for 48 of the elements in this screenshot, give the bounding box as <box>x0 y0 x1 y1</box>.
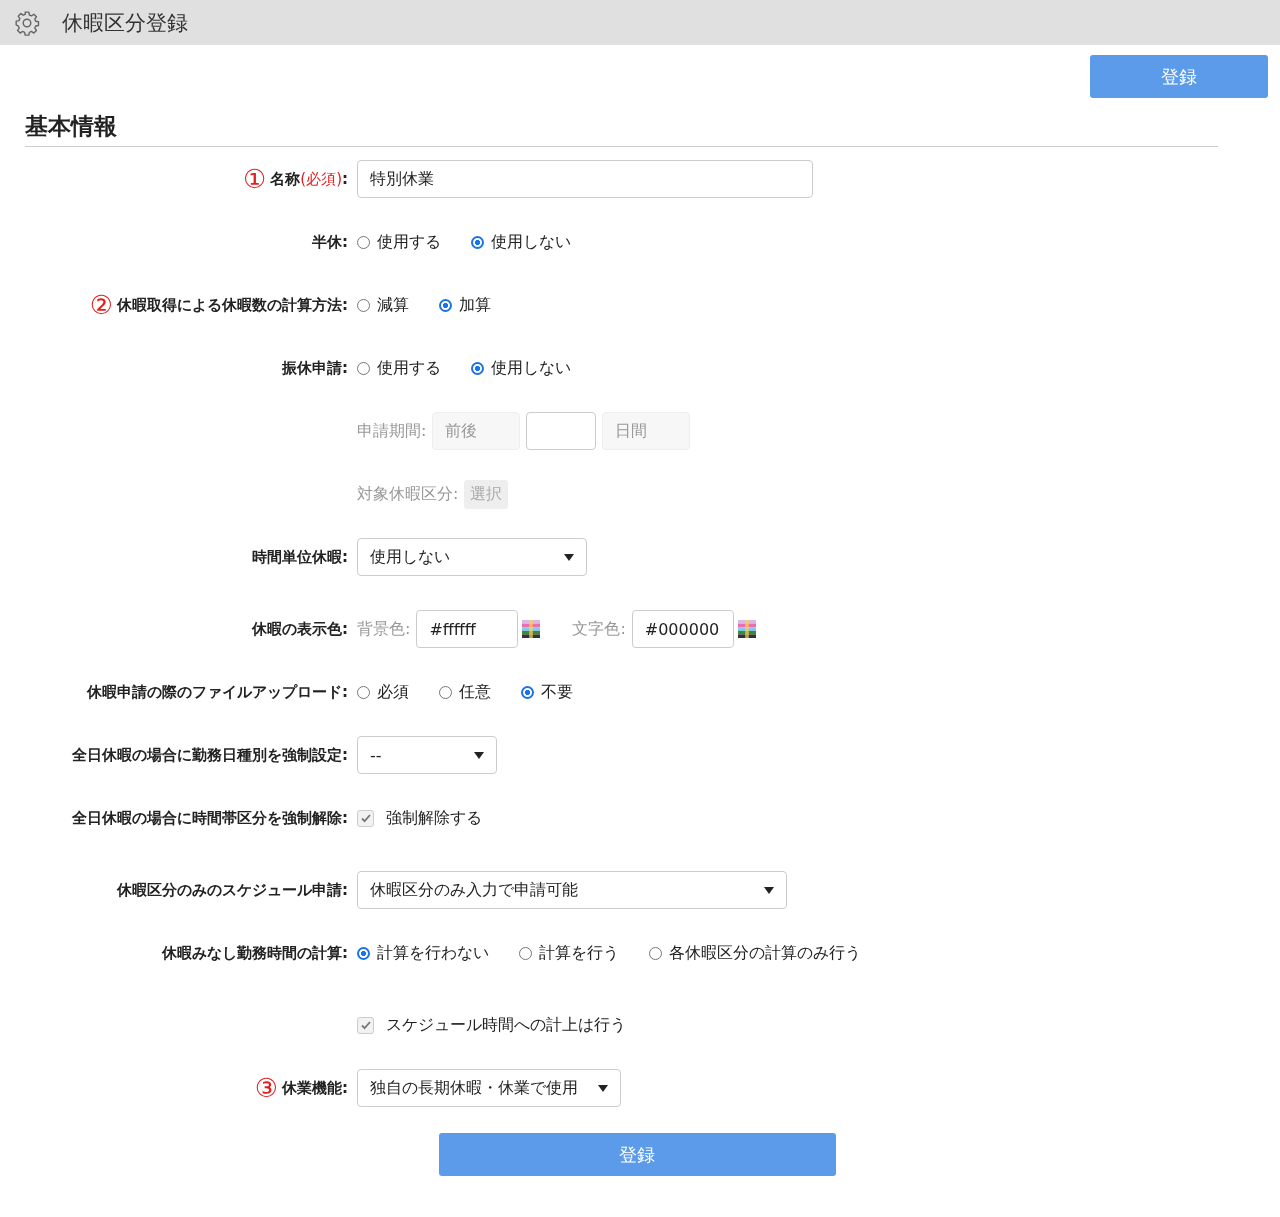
annotation-number: ① <box>242 166 267 192</box>
field-label: 名称(必須): <box>270 169 348 189</box>
color-palette-icon[interactable] <box>522 620 541 638</box>
color-field[interactable]: #000000 <box>631 610 734 648</box>
radio-option[interactable]: 使用する <box>357 231 441 253</box>
field-label: 半休: <box>312 232 348 252</box>
field-label: 休暇区分のみのスケジュール申請: <box>117 880 348 900</box>
checkmark-icon <box>359 1019 372 1031</box>
radio-option[interactable]: 使用しない <box>471 357 571 379</box>
dropdown[interactable]: 使用しない <box>357 538 587 576</box>
page-title: 休暇区分登録 <box>62 9 188 37</box>
color-label: 背景色: <box>357 618 411 640</box>
field-label: 全日休暇の場合に勤務日種別を強制設定: <box>72 745 348 765</box>
radio-option[interactable]: 減算 <box>357 294 409 316</box>
settings-icon[interactable] <box>14 9 40 36</box>
dropdown[interactable]: 独自の長期休暇・休業で使用 <box>357 1069 621 1107</box>
field-label: 全日休暇の場合に時間帯区分を強制解除: <box>72 808 348 828</box>
name-field[interactable]: 特別休業 <box>357 160 813 198</box>
radio-option[interactable]: 各休暇区分の計算のみ行う <box>649 942 861 964</box>
target-label: 対象休暇区分: <box>357 483 459 505</box>
radio-option[interactable]: 不要 <box>521 681 573 703</box>
radio-option[interactable]: 使用する <box>357 357 441 379</box>
field-label: 休暇の表示色: <box>252 619 348 639</box>
radio-option[interactable]: 必須 <box>357 681 409 703</box>
radio-option[interactable]: 加算 <box>439 294 491 316</box>
period-label: 申請期間: <box>357 420 427 442</box>
period-days-field[interactable] <box>526 412 597 450</box>
field-label: 休暇みなし勤務時間の計算: <box>162 943 348 963</box>
radio-option[interactable]: 使用しない <box>471 231 571 253</box>
color-label: 文字色: <box>572 618 626 640</box>
checkmark-icon <box>359 812 372 824</box>
radio-option[interactable]: 計算を行わない <box>357 942 489 964</box>
period-prefix: 前後 <box>432 412 521 450</box>
field-label: 休暇取得による休暇数の計算方法: <box>117 295 348 315</box>
color-palette-icon[interactable] <box>737 620 756 638</box>
field-label: 休業機能: <box>282 1078 348 1098</box>
field-label: 振休申請: <box>282 358 348 378</box>
radio-option[interactable]: 任意 <box>439 681 491 703</box>
dropdown[interactable]: 休暇区分のみ入力で申請可能 <box>357 871 787 909</box>
dropdown[interactable]: -- <box>357 736 497 774</box>
color-field[interactable]: #ffffff <box>416 610 519 648</box>
period-suffix: 日間 <box>602 412 691 450</box>
annotation-number: ③ <box>254 1075 278 1101</box>
section-title: 基本情報 <box>25 111 1218 147</box>
radio-option[interactable]: 計算を行う <box>519 942 619 964</box>
field-label: 休暇申請の際のファイルアップロード: <box>87 682 348 702</box>
field-label: 時間単位休暇: <box>252 547 348 567</box>
annotation-number: ② <box>89 292 113 318</box>
